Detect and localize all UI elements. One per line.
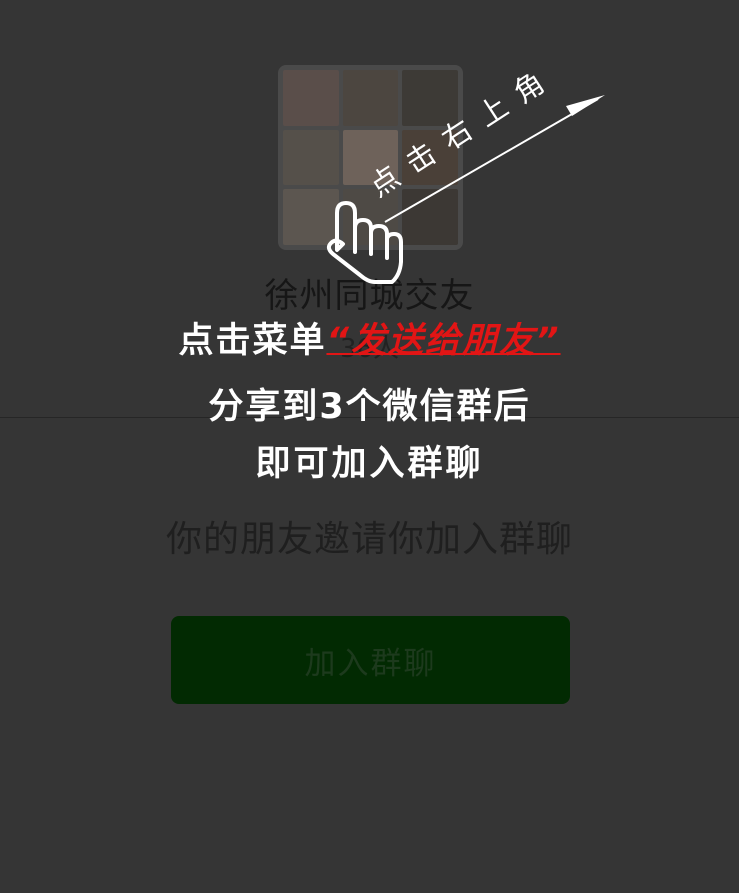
guide-arrow (326, 95, 605, 284)
arrow-head-icon (566, 95, 605, 116)
pointing-hand-icon (326, 201, 403, 284)
